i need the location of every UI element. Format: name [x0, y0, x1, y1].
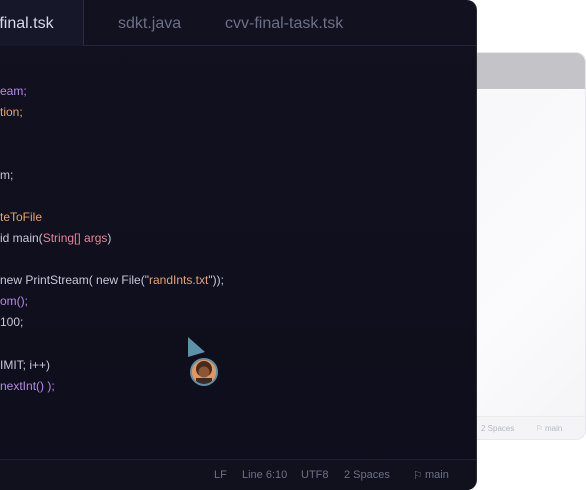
- branch-flag-icon: ⚐: [413, 470, 423, 482]
- code-token: randInts.txt: [148, 273, 209, 287]
- code-token: 100;: [0, 315, 24, 329]
- code-line: om();: [0, 294, 28, 308]
- tab-sdkt-java[interactable]: sdkt.java: [118, 15, 181, 33]
- code-token: nextInt() );: [0, 379, 55, 393]
- status-encoding[interactable]: UTF8: [301, 469, 329, 481]
- collaborator-avatar[interactable]: [190, 358, 218, 386]
- code-token: ): [107, 231, 112, 245]
- code-line: m;: [0, 168, 13, 182]
- status-bar: LF Line 6:10 UTF8 2 Spaces ⚐ main: [0, 459, 476, 490]
- code-line: teToFile: [0, 210, 42, 224]
- code-token: m;: [0, 168, 14, 182]
- code-line: nextInt() );: [0, 379, 55, 393]
- code-token: teToFile: [0, 210, 43, 224]
- bg-branch-icon: ⚐: [536, 424, 544, 433]
- tab-bar: -final.tsk sdkt.java cvv-final-task.tsk: [0, 0, 476, 46]
- status-cursor-position[interactable]: Line 6:10: [242, 469, 287, 481]
- code-line: eam;: [0, 84, 27, 98]
- code-editor-window: -final.tsk sdkt.java cvv-final-task.tsk …: [0, 0, 477, 490]
- code-token: id main(: [0, 231, 43, 245]
- status-branch[interactable]: main: [425, 469, 449, 481]
- collaborator-cursor-icon: [188, 337, 205, 357]
- tab-final-tsk[interactable]: -final.tsk: [0, 15, 54, 33]
- code-token: tion;: [0, 105, 23, 119]
- status-line-ending[interactable]: LF: [214, 469, 227, 481]
- code-token: eam;: [0, 84, 27, 98]
- bg-status-indent[interactable]: 2 Spaces: [481, 424, 514, 433]
- code-line: IMIT; i++): [0, 358, 50, 372]
- code-token: String[] args: [42, 231, 108, 245]
- code-line: 100;: [0, 315, 23, 329]
- bg-status-branch[interactable]: main: [545, 424, 562, 433]
- code-token: IMIT; i++): [0, 358, 51, 372]
- status-indentation[interactable]: 2 Spaces: [344, 469, 390, 481]
- code-line: id main(String[] args): [0, 231, 111, 245]
- code-line: tion;: [0, 105, 23, 119]
- code-token: om();: [0, 294, 28, 308]
- code-token: "));: [208, 273, 224, 287]
- avatar-face-icon: [192, 360, 216, 384]
- code-token: new PrintStream( new File(": [0, 273, 149, 287]
- tab-divider: [84, 45, 476, 46]
- tab-cvv-final-task[interactable]: cvv-final-task.tsk: [225, 15, 343, 33]
- code-line: new PrintStream( new File("randInts.txt"…: [0, 273, 224, 287]
